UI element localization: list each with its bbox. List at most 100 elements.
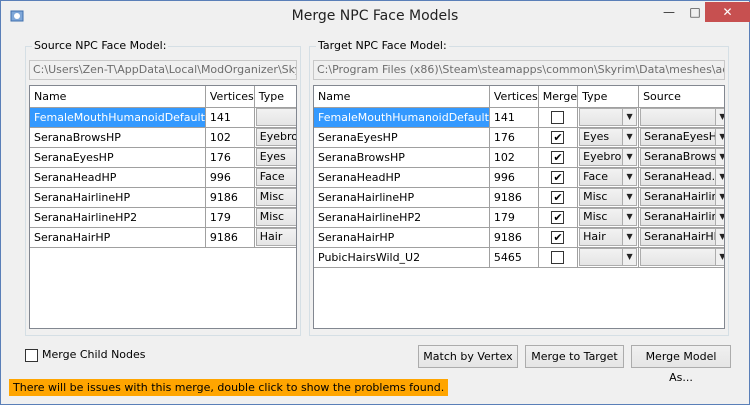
source-path-field[interactable]: C:\Users\Zen-T\AppData\Local\ModOrganize… bbox=[29, 60, 297, 80]
merge-to-target-button[interactable]: Merge to Target bbox=[525, 345, 624, 368]
merge-checkbox[interactable]: ✔ bbox=[551, 150, 565, 164]
chevron-down-icon[interactable]: ▼ bbox=[714, 149, 724, 165]
chevron-down-icon[interactable]: ▼ bbox=[622, 189, 637, 205]
source-type-dropdown[interactable]: ▼ bbox=[255, 108, 296, 126]
target-cell-type[interactable]: Hair ▼ bbox=[577, 227, 640, 248]
chevron-down-icon[interactable]: ▼ bbox=[714, 169, 724, 185]
target-col-type[interactable]: Type bbox=[577, 86, 640, 108]
title-bar[interactable]: Merge NPC Face Models — □ ✕ bbox=[1, 1, 750, 32]
target-cell-type[interactable]: Eyes ▼ bbox=[577, 127, 640, 148]
source-cell-type[interactable]: Eyes▼ bbox=[254, 147, 296, 168]
target-cell-type[interactable]: Misc ▼ bbox=[577, 207, 640, 228]
merge-checkbox[interactable]: ✔ bbox=[551, 230, 565, 244]
target-path-field[interactable]: C:\Program Files (x86)\Steam\steamapps\c… bbox=[313, 60, 725, 80]
target-col-source[interactable]: Source bbox=[638, 86, 724, 108]
chevron-down-icon[interactable]: ▼ bbox=[622, 109, 637, 125]
target-row[interactable]: PubicHairsWild_U2 5465 ▼ ▼ bbox=[314, 247, 724, 268]
minimize-button[interactable]: — bbox=[656, 2, 682, 22]
chevron-down-icon[interactable]: ▼ bbox=[714, 209, 724, 225]
target-cell-source[interactable]: ▼ bbox=[638, 107, 724, 128]
target-row[interactable]: FemaleMouthHumanoidDefault 141 ▼ ▼ bbox=[314, 107, 724, 128]
target-cell-merge[interactable] bbox=[538, 247, 579, 268]
source-row[interactable]: SeranaHairHP9186Hair▼ bbox=[30, 227, 296, 248]
source-cell-type[interactable]: Face▼ bbox=[254, 167, 296, 188]
target-source-dropdown[interactable]: SeranaHairHP ▼ bbox=[640, 228, 724, 246]
target-source-dropdown[interactable]: SeranaBrows... ▼ bbox=[640, 148, 724, 166]
target-type-dropdown[interactable]: Eyes ▼ bbox=[579, 128, 638, 146]
merge-model-as-button[interactable]: Merge Model As... bbox=[631, 345, 731, 384]
status-warning-banner[interactable]: There will be issues with this merge, do… bbox=[9, 379, 449, 396]
target-grid[interactable]: Name Vertices Merge Type Source FemaleMo… bbox=[313, 85, 725, 329]
source-row[interactable]: SeranaEyesHP176Eyes▼ bbox=[30, 147, 296, 168]
target-source-dropdown[interactable]: SeranaHairlin... ▼ bbox=[640, 208, 724, 226]
target-cell-name[interactable]: SeranaHeadHP bbox=[314, 167, 490, 188]
source-row[interactable]: SeranaHairlineHP9186Misc▼ bbox=[30, 187, 296, 208]
close-button[interactable]: ✕ bbox=[705, 2, 750, 22]
target-cell-name[interactable]: PubicHairsWild_U2 bbox=[314, 247, 490, 268]
source-cell-type[interactable]: Misc▼ bbox=[254, 207, 296, 228]
source-row[interactable]: SeranaHairlineHP2179Misc▼ bbox=[30, 207, 296, 228]
target-row[interactable]: SeranaHairlineHP2 179 ✔ Misc ▼ SeranaHairlin.… bbox=[314, 207, 724, 228]
match-by-vertex-button[interactable]: Match by Vertex bbox=[418, 345, 518, 368]
target-cell-merge[interactable]: ✔ bbox=[538, 127, 579, 148]
target-type-dropdown[interactable]: Misc ▼ bbox=[579, 208, 638, 226]
target-cell-type[interactable]: Misc ▼ bbox=[577, 187, 640, 208]
target-cell-source[interactable]: SeranaEyesHP ▼ bbox=[638, 127, 724, 148]
source-cell-name[interactable]: SeranaHairHP bbox=[30, 227, 206, 248]
target-cell-source[interactable]: ▼ bbox=[638, 247, 724, 268]
source-col-vertices[interactable]: Vertices bbox=[205, 86, 255, 108]
chevron-down-icon[interactable]: ▼ bbox=[714, 129, 724, 145]
target-cell-merge[interactable]: ✔ bbox=[538, 147, 579, 168]
target-row[interactable]: SeranaEyesHP 176 ✔ Eyes ▼ SeranaEyesHP ▼ bbox=[314, 127, 724, 148]
target-cell-source[interactable]: SeranaHead... ▼ bbox=[638, 167, 724, 188]
source-row[interactable]: SeranaBrowsHP102Eyebrows▼ bbox=[30, 127, 296, 148]
merge-child-nodes-checkbox[interactable]: Merge Child Nodes bbox=[25, 348, 146, 362]
source-type-dropdown[interactable]: Face▼ bbox=[255, 168, 296, 186]
target-cell-type[interactable]: Eyebrows ▼ bbox=[577, 147, 640, 168]
target-cell-name[interactable]: SeranaBrowsHP bbox=[314, 147, 490, 168]
target-source-dropdown[interactable]: SeranaHairlin... ▼ bbox=[640, 188, 724, 206]
target-type-dropdown[interactable]: Hair ▼ bbox=[579, 228, 638, 246]
source-type-dropdown[interactable]: Misc▼ bbox=[255, 188, 296, 206]
target-cell-type[interactable]: ▼ bbox=[577, 247, 640, 268]
target-type-dropdown[interactable]: ▼ bbox=[579, 248, 638, 266]
chevron-down-icon[interactable]: ▼ bbox=[714, 249, 724, 265]
target-cell-source[interactable]: SeranaHairlin... ▼ bbox=[638, 207, 724, 228]
chevron-down-icon[interactable]: ▼ bbox=[714, 109, 724, 125]
source-type-dropdown[interactable]: Eyebrows▼ bbox=[255, 128, 296, 146]
chevron-down-icon[interactable]: ▼ bbox=[622, 169, 637, 185]
target-cell-type[interactable]: Face ▼ bbox=[577, 167, 640, 188]
source-type-dropdown[interactable]: Eyes▼ bbox=[255, 148, 296, 166]
source-grid[interactable]: Name Vertices Type FemaleMouthHumanoidDe… bbox=[29, 85, 297, 329]
target-cell-merge[interactable]: ✔ bbox=[538, 227, 579, 248]
source-type-dropdown[interactable]: Hair▼ bbox=[255, 228, 296, 246]
target-type-dropdown[interactable]: Eyebrows ▼ bbox=[579, 148, 638, 166]
chevron-down-icon[interactable]: ▼ bbox=[622, 249, 637, 265]
chevron-down-icon[interactable]: ▼ bbox=[714, 229, 724, 245]
target-source-dropdown[interactable]: ▼ bbox=[640, 108, 724, 126]
target-source-dropdown[interactable]: SeranaEyesHP ▼ bbox=[640, 128, 724, 146]
target-source-dropdown[interactable]: ▼ bbox=[640, 248, 724, 266]
target-row[interactable]: SeranaHeadHP 996 ✔ Face ▼ SeranaHead... ▼ bbox=[314, 167, 724, 188]
source-cell-type[interactable]: Eyebrows▼ bbox=[254, 127, 296, 148]
target-cell-name[interactable]: FemaleMouthHumanoidDefault bbox=[314, 107, 490, 128]
merge-checkbox[interactable]: ✔ bbox=[551, 210, 565, 224]
target-cell-merge[interactable]: ✔ bbox=[538, 187, 579, 208]
merge-checkbox[interactable]: ✔ bbox=[551, 130, 565, 144]
target-cell-type[interactable]: ▼ bbox=[577, 107, 640, 128]
merge-checkbox[interactable]: ✔ bbox=[551, 190, 565, 204]
target-col-merge[interactable]: Merge bbox=[538, 86, 579, 108]
chevron-down-icon[interactable]: ▼ bbox=[622, 229, 637, 245]
target-cell-merge[interactable]: ✔ bbox=[538, 207, 579, 228]
merge-child-box[interactable] bbox=[25, 348, 38, 362]
source-cell-name[interactable]: SeranaHairlineHP bbox=[30, 187, 206, 208]
source-cell-type[interactable]: Hair▼ bbox=[254, 227, 296, 248]
target-cell-source[interactable]: SeranaBrows... ▼ bbox=[638, 147, 724, 168]
merge-checkbox[interactable]: ✔ bbox=[551, 170, 565, 184]
source-cell-type[interactable]: ▼ bbox=[254, 107, 296, 128]
source-cell-name[interactable]: SeranaHeadHP bbox=[30, 167, 206, 188]
target-col-name[interactable]: Name bbox=[314, 86, 490, 108]
merge-checkbox[interactable] bbox=[551, 110, 565, 124]
target-cell-name[interactable]: SeranaHairlineHP2 bbox=[314, 207, 490, 228]
source-cell-name[interactable]: FemaleMouthHumanoidDefault bbox=[30, 107, 206, 128]
